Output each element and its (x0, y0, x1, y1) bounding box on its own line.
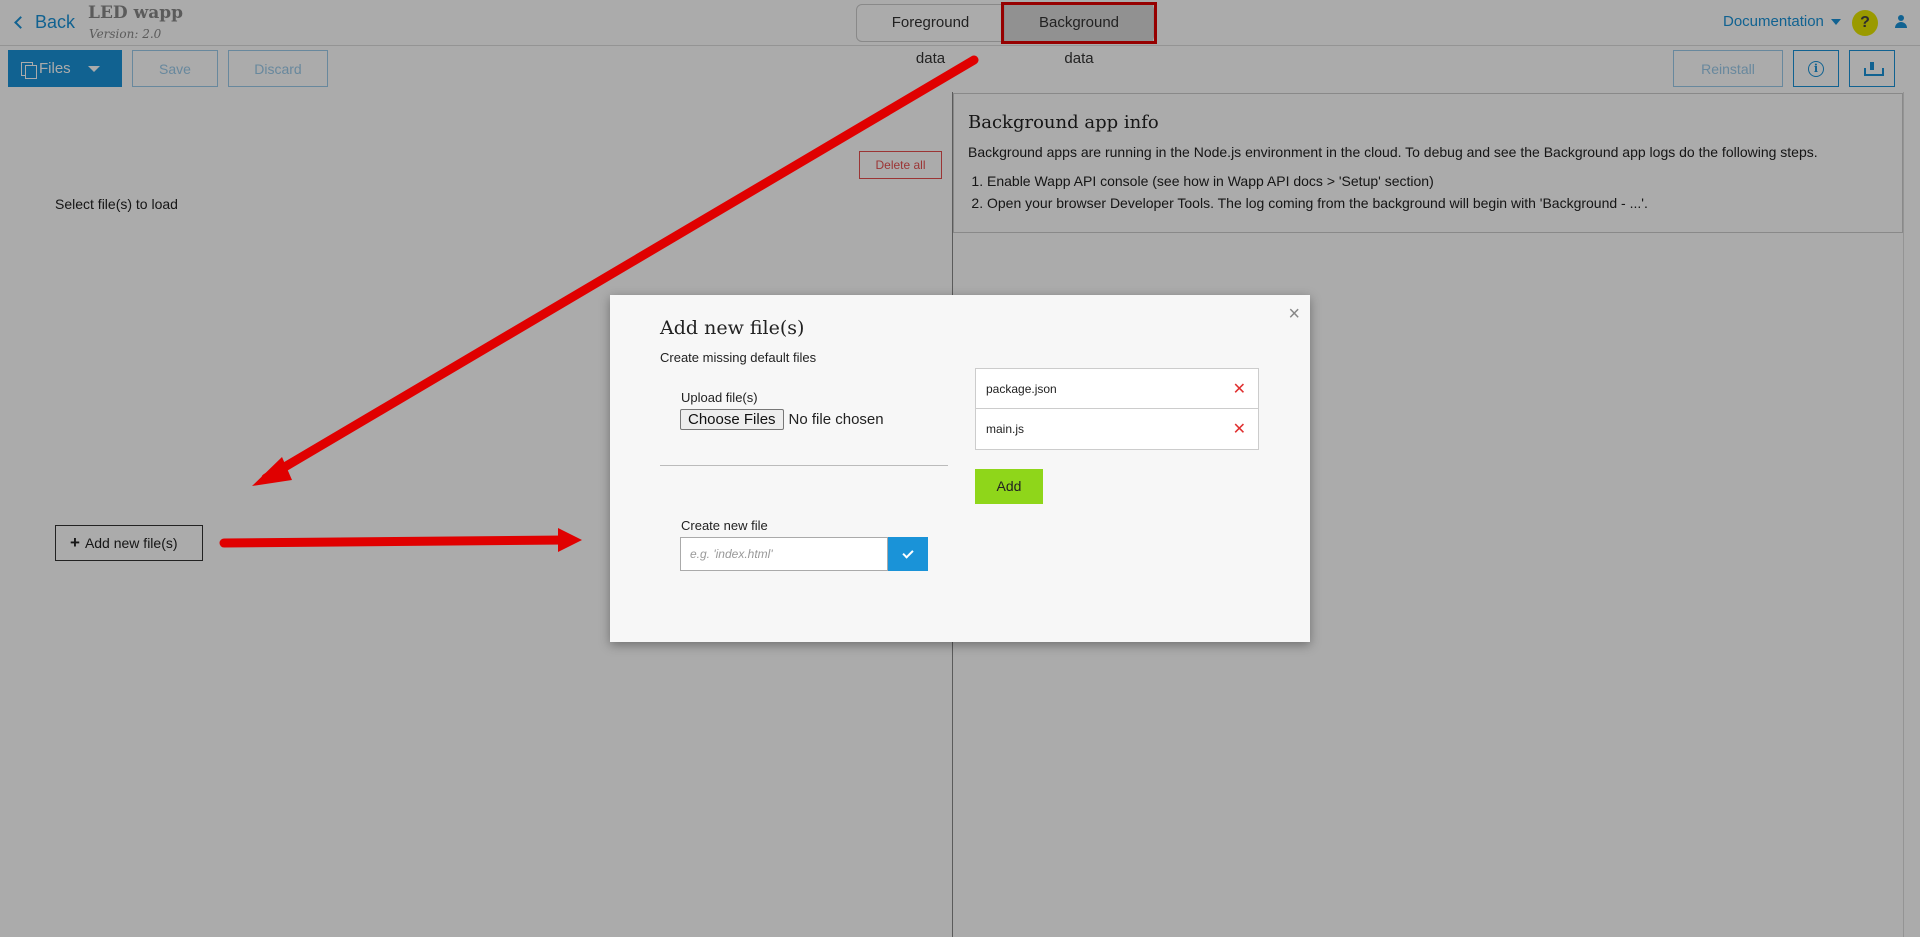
upload-row: Choose Files No file chosen (680, 409, 884, 430)
modal-title: Add new file(s) (660, 317, 805, 339)
remove-icon[interactable]: ✕ (1233, 379, 1246, 399)
remove-icon[interactable]: ✕ (1233, 419, 1246, 439)
add-files-modal: × Add new file(s) Create missing default… (610, 295, 1310, 642)
create-file-label: Create new file (681, 518, 768, 533)
choose-files-button[interactable]: Choose Files (680, 409, 784, 430)
file-name: package.json (986, 381, 1057, 396)
check-icon (902, 546, 914, 559)
close-icon[interactable]: × (1288, 303, 1300, 326)
no-file-text: No file chosen (788, 411, 884, 428)
new-file-input[interactable] (680, 537, 888, 571)
create-file-row (680, 537, 928, 571)
modal-subtitle: Create missing default files (660, 350, 817, 365)
default-files-list: package.json ✕ main.js ✕ (975, 368, 1259, 450)
upload-label: Upload file(s) (681, 390, 758, 405)
add-button[interactable]: Add (975, 469, 1043, 504)
divider (660, 465, 948, 466)
file-name: main.js (986, 422, 1025, 436)
list-item: main.js ✕ (976, 409, 1258, 449)
create-file-confirm-button[interactable] (888, 537, 928, 571)
list-item: package.json ✕ (976, 369, 1258, 409)
